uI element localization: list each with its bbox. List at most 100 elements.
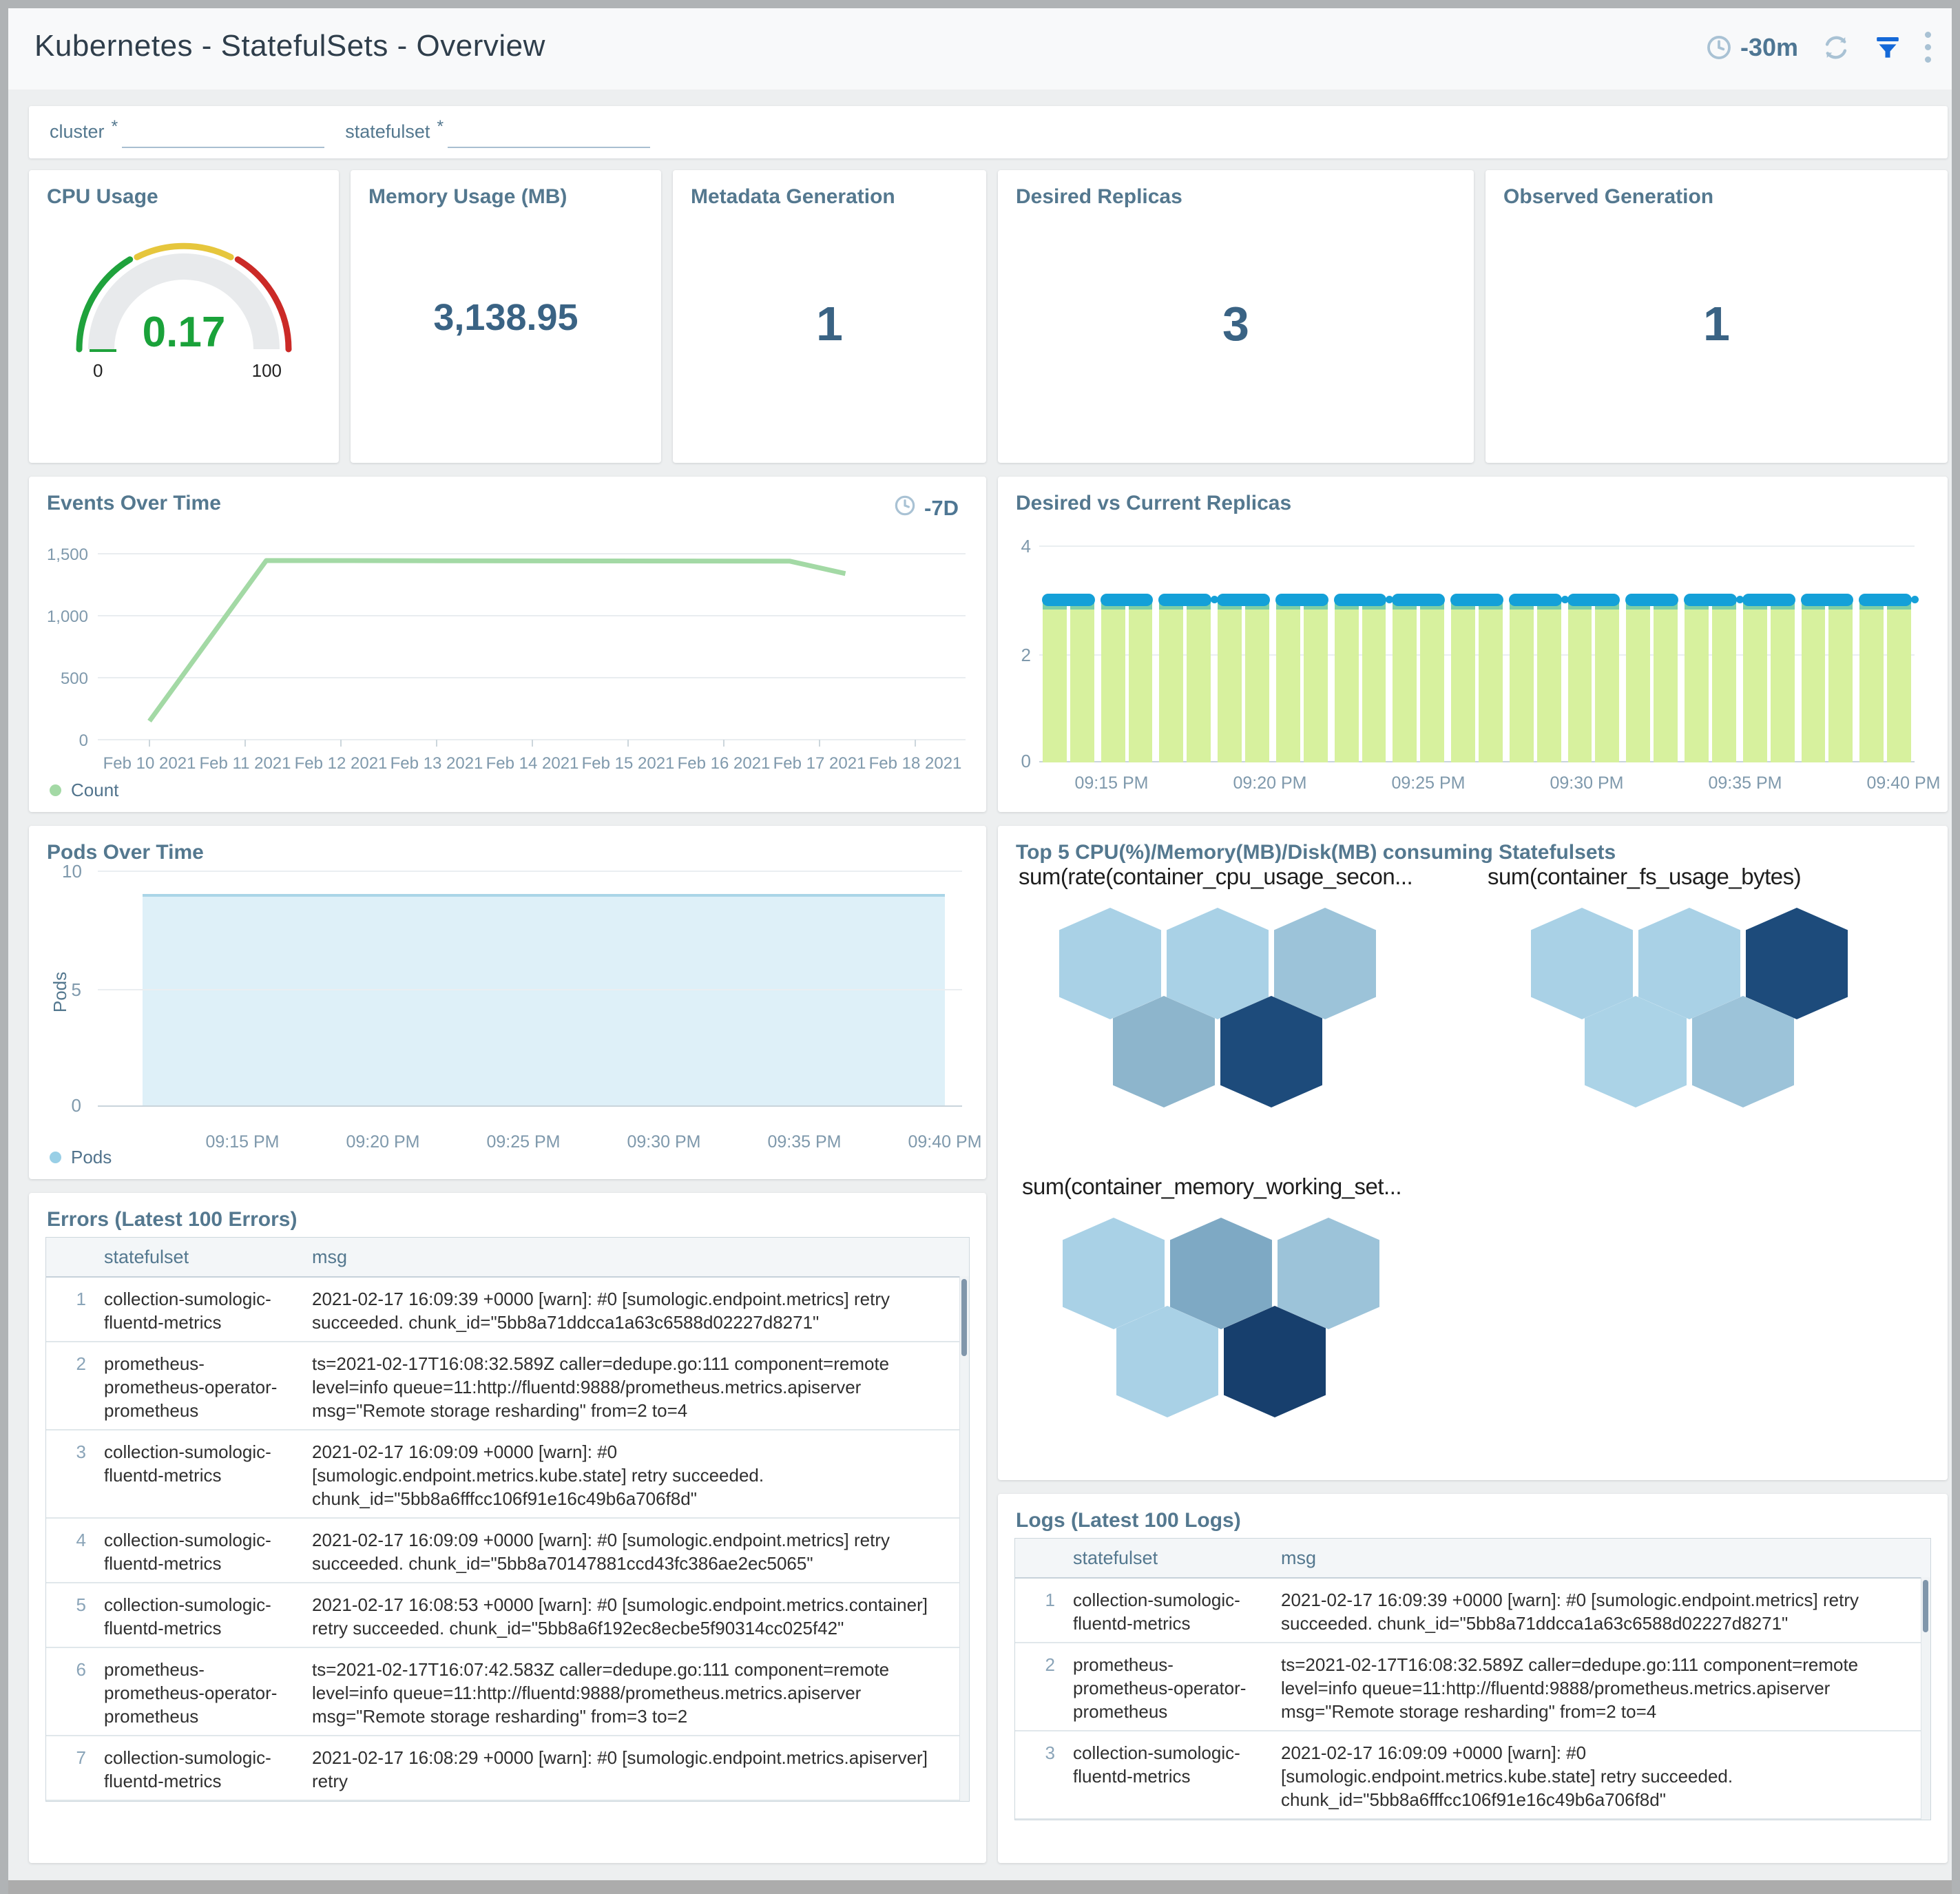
desired-replicas-marker [1742, 593, 1795, 606]
refresh-icon[interactable] [1822, 33, 1850, 62]
y-axis-label: 0 [71, 1095, 81, 1116]
desired-replicas-marker [1392, 593, 1446, 606]
current-replicas-bar [1654, 599, 1678, 762]
pods-area-fill [143, 894, 945, 1107]
x-axis-label: 09:20 PM [1233, 773, 1307, 793]
panel-observed-generation: Observed Generation 1 [1485, 170, 1948, 463]
row-index: 1 [76, 1289, 86, 1309]
replica-bar-group [1273, 593, 1331, 762]
honeycomb-chart: sum(container_memory_working_set... [1022, 1174, 1463, 1417]
honeycomb-cell[interactable] [1585, 996, 1687, 1107]
header-controls: -30m [1706, 32, 1931, 63]
table-row[interactable]: 4 collection-sumologic-fluentd-metrics 202… [46, 1519, 969, 1583]
panel-title: Top 5 CPU(%)/Memory(MB)/Disk(MB) consumi… [1016, 841, 1616, 864]
replica-bar-group [1331, 593, 1390, 762]
statefulset-filter-input[interactable] [448, 117, 651, 148]
honeycomb-cell[interactable] [1167, 908, 1269, 1019]
replica-bar-group [1039, 593, 1098, 762]
svg-text:1,000: 1,000 [47, 607, 88, 626]
honeycomb-cell[interactable] [1063, 1218, 1165, 1329]
table-row[interactable]: 1 collection-sumologic-fluentd-metrics 202… [46, 1278, 969, 1342]
cell-msg: 2021-02-17 16:09:39 +0000 [warn]: #0 [su… [312, 1289, 890, 1333]
desired-replicas-marker [1333, 593, 1387, 606]
honeycomb-cell[interactable] [1170, 1218, 1272, 1329]
replica-dot-marker [1735, 595, 1744, 603]
x-axis-label: 09:15 PM [205, 1132, 280, 1152]
current-replicas-bar [1070, 599, 1094, 762]
honeycomb-cell[interactable] [1220, 996, 1322, 1107]
table-row[interactable]: 2 prometheus-prometheus-operator-promethe… [46, 1342, 969, 1430]
table-row[interactable]: 7 collection-sumologic-fluentd-metrics 202… [46, 1736, 969, 1801]
horizontal-scrollbar[interactable] [8, 1880, 1952, 1894]
honeycomb-cell[interactable] [1746, 908, 1848, 1019]
panel-logs: Logs (Latest 100 Logs) statefulset msg 1 co… [998, 1494, 1948, 1863]
current-replicas-bar [1451, 599, 1476, 762]
svg-text:Feb 11 2021: Feb 11 2021 [200, 754, 291, 773]
scrollbar-thumb[interactable] [1923, 1580, 1928, 1632]
time-range-button[interactable]: -30m [1706, 33, 1798, 62]
desired-replicas-marker [1450, 593, 1503, 606]
table-row[interactable]: 1 collection-sumologic-fluentd-metrics 202… [1015, 1579, 1930, 1643]
panel-top5-consuming-statefulsets: Top 5 CPU(%)/Memory(MB)/Disk(MB) consumi… [998, 826, 1948, 1480]
panel-time-range[interactable]: -7D [894, 495, 959, 522]
replica-bar-group [1506, 593, 1565, 762]
x-axis-label: 09:20 PM [346, 1132, 420, 1152]
table-row[interactable]: 3 collection-sumologic-fluentd-metrics 202… [1015, 1731, 1930, 1820]
honeycomb-cell[interactable] [1531, 908, 1633, 1019]
honeycomb-cell[interactable] [1116, 1306, 1218, 1417]
current-replicas-bar [1536, 599, 1561, 762]
chart-legend[interactable]: Pods [50, 1147, 112, 1168]
honeycomb-cell[interactable] [1274, 908, 1376, 1019]
current-replicas-bar [1742, 599, 1767, 762]
cell-msg: 2021-02-17 16:08:53 +0000 [warn]: #0 [su… [312, 1594, 928, 1638]
table-row[interactable]: 3 collection-sumologic-fluentd-metrics 202… [46, 1430, 969, 1519]
table-row[interactable]: 6 prometheus-prometheus-operator-promethe… [46, 1648, 969, 1736]
cell-statefulset: collection-sumologic-fluentd-metrics [104, 1530, 271, 1574]
chart-legend[interactable]: Count [50, 780, 118, 801]
honeycomb-cell[interactable] [1278, 1218, 1379, 1329]
honeycomb-cell[interactable] [1224, 1306, 1326, 1417]
table-scrollbar[interactable] [1921, 1577, 1930, 1820]
current-replicas-bar [1801, 599, 1826, 762]
panel-title: Memory Usage (MB) [368, 185, 567, 208]
svg-text:Feb 10 2021: Feb 10 2021 [103, 754, 196, 773]
replica-bar-group [1856, 593, 1915, 762]
dashboard-canvas: Kubernetes - StatefulSets - Overview -30… [8, 8, 1952, 1894]
scrollbar-thumb[interactable] [961, 1279, 967, 1356]
filter-icon[interactable] [1874, 34, 1901, 61]
table-scrollbar[interactable] [959, 1276, 969, 1801]
honeycomb-cell[interactable] [1059, 908, 1161, 1019]
current-replicas-bar [1685, 599, 1709, 762]
cell-msg: 2021-02-17 16:08:29 +0000 [warn]: #0 [su… [312, 1747, 928, 1791]
current-replicas-bar [1626, 599, 1651, 762]
cell-statefulset: collection-sumologic-fluentd-metrics [104, 1594, 271, 1638]
panel-title: Desired Replicas [1016, 185, 1182, 208]
table-row[interactable]: 2 prometheus-prometheus-operator-promethe… [1015, 1643, 1930, 1731]
table-header: statefulset msg [46, 1238, 969, 1278]
svg-text:Feb 15 2021: Feb 15 2021 [582, 754, 675, 773]
replica-dot-marker [1211, 595, 1219, 603]
panel-cpu-usage: CPU Usage 0.17 0 100 [29, 170, 339, 463]
honeycomb-cell[interactable] [1113, 996, 1215, 1107]
kebab-menu-icon[interactable] [1925, 32, 1931, 63]
replica-bar-group [1740, 593, 1798, 762]
panel-title: Observed Generation [1503, 185, 1714, 208]
events-line-chart: 1,5001,0005000Feb 10 2021 Feb 11 2021 Feb … [47, 545, 966, 773]
honeycomb-chart-title: sum(rate(container_cpu_usage_secon... [1019, 864, 1413, 889]
panel-title: Desired vs Current Replicas [1016, 492, 1292, 514]
panel-desired-replicas: Desired Replicas 3 [998, 170, 1474, 463]
panel-title: Logs (Latest 100 Logs) [1016, 1509, 1241, 1532]
page-title: Kubernetes - StatefulSets - Overview [34, 29, 545, 63]
honeycomb-cell[interactable] [1638, 908, 1740, 1019]
honeycomb-cell[interactable] [1692, 996, 1794, 1107]
gridline [98, 988, 962, 990]
filter-cluster: cluster * [50, 116, 325, 148]
cluster-filter-input[interactable] [122, 117, 325, 148]
filter-bar: cluster * statefulset * [29, 106, 1948, 158]
panel-desired-vs-current-replicas: Desired vs Current Replicas 4 2 0 09:15 PM… [998, 477, 1948, 812]
required-asterisk: * [111, 116, 118, 136]
y-axis-label: 5 [71, 979, 81, 1000]
table-row[interactable]: 5 collection-sumologic-fluentd-metrics 202… [46, 1583, 969, 1648]
desired-replicas-marker [1042, 593, 1095, 606]
memory-usage-value: 3,138.95 [433, 296, 578, 338]
